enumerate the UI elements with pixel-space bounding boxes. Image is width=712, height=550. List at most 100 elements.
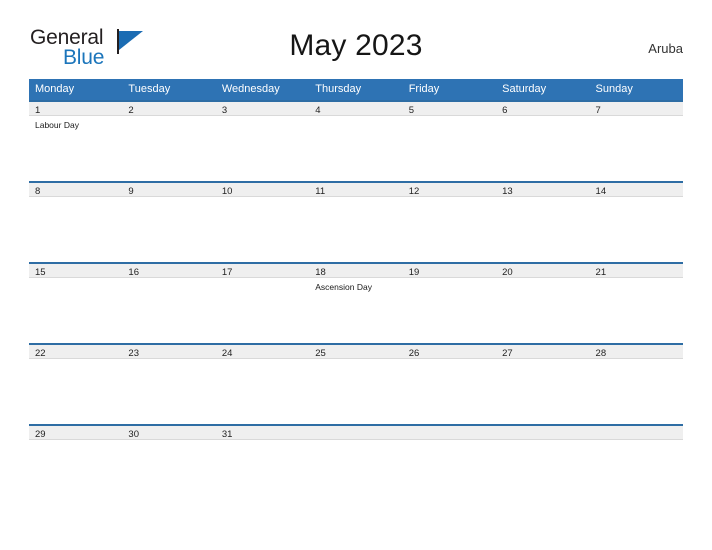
day-number: 24: [215, 343, 310, 359]
day-number: 5: [402, 100, 497, 116]
day-cell-inner: 30: [122, 424, 216, 446]
day-number: 9: [122, 181, 216, 197]
day-cell-inner: 13: [496, 181, 590, 262]
day-number: 3: [215, 100, 310, 116]
day-cell-inner: [496, 424, 590, 446]
day-cell-inner: 5: [402, 100, 497, 181]
day-events: [496, 278, 589, 281]
day-cell[interactable]: 12: [402, 181, 497, 262]
day-number: [589, 424, 683, 440]
day-cell[interactable]: 23: [122, 343, 216, 424]
day-number: 11: [309, 181, 403, 197]
month-weeks: 1 Labour Day 2 3 4 5 6 7 8 9 10 11 12 13 14 15 16 17 18 Asc…: [29, 100, 683, 446]
day-cell[interactable]: 16: [122, 262, 216, 343]
day-cell[interactable]: 6: [496, 100, 590, 181]
day-events: [29, 440, 122, 443]
day-events: Labour Day: [29, 116, 122, 132]
day-cell[interactable]: [402, 424, 497, 446]
day-cell[interactable]: 20: [496, 262, 590, 343]
day-cell[interactable]: 7: [589, 100, 683, 181]
day-number: 18: [309, 262, 403, 278]
weekday-header-monday: Monday: [29, 79, 123, 100]
day-cell[interactable]: 24: [215, 343, 310, 424]
day-cell[interactable]: 9: [122, 181, 216, 262]
day-events: [29, 197, 122, 200]
day-cell-inner: 6: [496, 100, 590, 181]
day-events: [216, 278, 309, 281]
day-events: [122, 197, 215, 200]
weekday-header-sunday: Sunday: [589, 79, 683, 100]
day-cell-inner: 26: [402, 343, 497, 424]
week-row: 22 23 24 25 26 27 28: [29, 343, 683, 424]
day-cell-inner: 9: [122, 181, 216, 262]
day-events: [29, 278, 122, 281]
day-cell-inner: 14: [589, 181, 683, 262]
week-row: 8 9 10 11 12 13 14: [29, 181, 683, 262]
holiday-label: Labour Day: [35, 120, 79, 130]
day-cell[interactable]: 18 Ascension Day: [309, 262, 403, 343]
day-events: [496, 440, 589, 443]
day-cell-inner: 2: [122, 100, 216, 181]
day-number: 15: [29, 262, 123, 278]
day-cell-inner: 11: [309, 181, 403, 262]
day-cell[interactable]: 1 Labour Day: [29, 100, 123, 181]
day-cell[interactable]: 17: [215, 262, 310, 343]
day-cell-inner: 31: [215, 424, 310, 446]
day-cell[interactable]: 26: [402, 343, 497, 424]
day-events: [496, 359, 589, 362]
day-cell[interactable]: [309, 424, 403, 446]
day-number: 29: [29, 424, 123, 440]
weekday-header-thursday: Thursday: [309, 79, 403, 100]
day-events: Ascension Day: [309, 278, 402, 294]
day-cell-inner: 19: [402, 262, 497, 343]
day-cell[interactable]: 21: [589, 262, 683, 343]
day-cell-inner: 16: [122, 262, 216, 343]
day-cell-inner: 21: [589, 262, 683, 343]
day-events: [590, 440, 683, 443]
day-cell[interactable]: 19: [402, 262, 497, 343]
day-cell[interactable]: 5: [402, 100, 497, 181]
day-cell[interactable]: 30: [122, 424, 216, 446]
day-cell-inner: 1 Labour Day: [29, 100, 123, 181]
day-events: [403, 278, 496, 281]
day-cell[interactable]: [589, 424, 683, 446]
day-cell-inner: [402, 424, 497, 446]
day-number: 1: [29, 100, 123, 116]
day-events: [590, 197, 683, 200]
day-cell-inner: 8: [29, 181, 123, 262]
day-cell[interactable]: [496, 424, 590, 446]
day-number: 22: [29, 343, 123, 359]
weekday-header-friday: Friday: [402, 79, 497, 100]
day-cell[interactable]: 28: [589, 343, 683, 424]
week-row: 15 16 17 18 Ascension Day 19 20 21: [29, 262, 683, 343]
day-events: [309, 197, 402, 200]
day-cell[interactable]: 3: [215, 100, 310, 181]
day-cell[interactable]: 13: [496, 181, 590, 262]
day-cell[interactable]: 14: [589, 181, 683, 262]
day-cell-inner: 7: [589, 100, 683, 181]
day-cell-inner: 4: [309, 100, 403, 181]
day-cell[interactable]: 22: [29, 343, 123, 424]
day-cell[interactable]: 4: [309, 100, 403, 181]
day-cell-inner: 24: [215, 343, 310, 424]
day-number: 28: [589, 343, 683, 359]
day-cell[interactable]: 27: [496, 343, 590, 424]
day-cell[interactable]: 8: [29, 181, 123, 262]
day-cell[interactable]: 31: [215, 424, 310, 446]
day-cell[interactable]: 25: [309, 343, 403, 424]
day-cell[interactable]: 11: [309, 181, 403, 262]
day-number: 12: [402, 181, 497, 197]
day-cell[interactable]: 2: [122, 100, 216, 181]
day-number: 2: [122, 100, 216, 116]
day-events: [309, 359, 402, 362]
day-number: 8: [29, 181, 123, 197]
day-cell[interactable]: 29: [29, 424, 123, 446]
day-events: [309, 116, 402, 119]
calendar-page: General Blue May 2023 Aruba Monday Tuesd…: [0, 0, 712, 550]
day-cell[interactable]: 15: [29, 262, 123, 343]
day-cell-inner: 12: [402, 181, 497, 262]
day-events: [403, 197, 496, 200]
day-cell-inner: 15: [29, 262, 123, 343]
day-cell[interactable]: 10: [215, 181, 310, 262]
day-cell-inner: [589, 424, 683, 446]
